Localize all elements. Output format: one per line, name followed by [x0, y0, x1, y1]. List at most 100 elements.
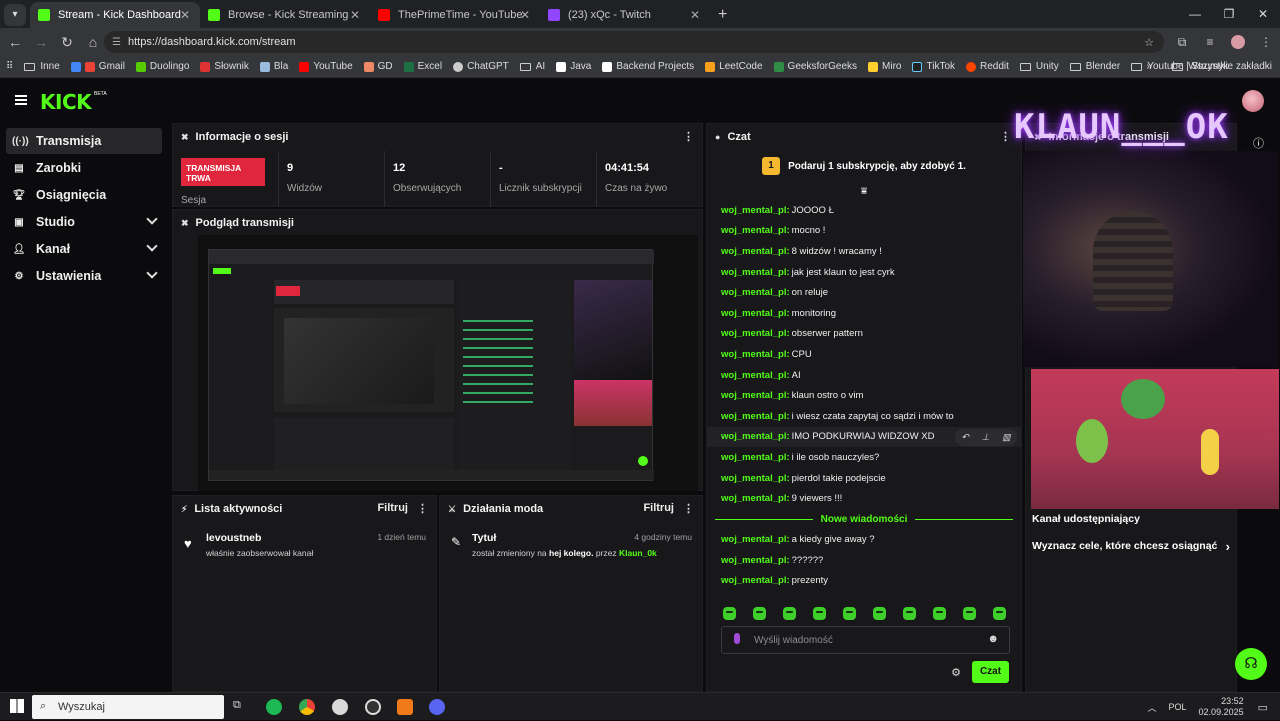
bookmark-slownik[interactable]: Słownik: [200, 61, 249, 72]
bookmark-backend[interactable]: Backend Projects: [602, 61, 694, 72]
kick-logo[interactable]: KICK: [40, 90, 92, 114]
bookmark-miro[interactable]: Miro: [868, 61, 901, 72]
more-options-icon[interactable]: ⋮: [683, 130, 694, 143]
bookmark-duolingo[interactable]: Duolingo: [135, 61, 189, 72]
reload-icon[interactable]: ↻: [54, 34, 80, 51]
chat-username[interactable]: woj_mental_pl:: [721, 287, 790, 298]
more-options-icon[interactable]: ⋮: [417, 502, 428, 515]
language-indicator[interactable]: POL: [1169, 702, 1187, 712]
chat-send-button[interactable]: Czat: [972, 661, 1009, 683]
emote-icon[interactable]: [903, 607, 916, 620]
emote-icon[interactable]: [933, 607, 946, 620]
app-orange-icon[interactable]: [397, 699, 413, 715]
tab-twitch[interactable]: (23) xQc - Twitch ✕: [540, 2, 710, 28]
site-info-icon[interactable]: ☰: [112, 37, 121, 48]
sidebar-item-ustawienia[interactable]: ⚙ Ustawienia: [6, 263, 162, 289]
windows-start-icon[interactable]: [10, 699, 24, 713]
chat-username[interactable]: woj_mental_pl:: [721, 493, 790, 504]
url-bar[interactable]: ☰ https://dashboard.kick.com/stream ☆: [104, 31, 1164, 53]
forward-icon[interactable]: →: [28, 34, 54, 50]
chat-username[interactable]: woj_mental_pl:: [721, 328, 790, 339]
bookmark-reddit[interactable]: Reddit: [966, 61, 1009, 72]
task-view-icon[interactable]: ⧉: [233, 699, 249, 715]
support-button[interactable]: ☊: [1235, 648, 1267, 680]
tray-chevron-icon[interactable]: ︿: [1148, 701, 1157, 714]
sub-goal-banner[interactable]: 1 Podaruj 1 subskrypcję, aby zdobyć 1.: [707, 152, 1021, 180]
bookmark-tiktok[interactable]: TikTok: [912, 61, 955, 72]
chat-username[interactable]: woj_mental_pl:: [721, 534, 790, 545]
bookmark-bla[interactable]: Bla: [259, 61, 288, 72]
extensions-icon[interactable]: ⧉: [1168, 35, 1196, 50]
bookmark-youtube[interactable]: YouTube: [299, 61, 353, 72]
media-icon[interactable]: ≡: [1196, 35, 1224, 49]
sidebar-item-transmisja[interactable]: ((·)) Transmisja: [6, 128, 162, 154]
profile-avatar[interactable]: [1224, 35, 1252, 50]
goals-link[interactable]: Wyznacz cele, które chcesz osiągnąć ›: [1032, 539, 1230, 558]
apps-icon[interactable]: ⠿: [6, 61, 13, 72]
collapse-pinned-icon[interactable]: ⩸: [707, 186, 1021, 198]
tab-youtube[interactable]: ThePrimeTime - YouTube ✕: [370, 2, 540, 28]
emote-icon[interactable]: [723, 607, 736, 620]
chat-username[interactable]: woj_mental_pl:: [721, 308, 790, 319]
chat-username[interactable]: woj_mental_pl:: [721, 267, 790, 278]
sidebar-item-studio[interactable]: ▣ Studio: [6, 209, 162, 235]
bookmark-gfg[interactable]: GeeksforGeeks: [773, 61, 857, 72]
reply-icon[interactable]: ↶: [961, 432, 969, 443]
emote-icon[interactable]: [873, 607, 886, 620]
bookmark-java[interactable]: Java: [556, 61, 591, 72]
discord-icon[interactable]: [429, 699, 445, 715]
emote-icon[interactable]: [753, 607, 766, 620]
back-icon[interactable]: ←: [2, 34, 28, 50]
browser-menu-icon[interactable]: ⋮: [1252, 35, 1280, 49]
emote-icon[interactable]: [963, 607, 976, 620]
minimize-icon[interactable]: —: [1178, 0, 1212, 28]
chat-username[interactable]: woj_mental_pl:: [721, 225, 790, 236]
filter-button[interactable]: Filtruj: [643, 502, 674, 514]
obs-icon[interactable]: [365, 699, 381, 715]
chat-username[interactable]: woj_mental_pl:: [721, 205, 790, 216]
spotify-icon[interactable]: [266, 699, 282, 715]
tab-kick-browse[interactable]: Browse - Kick Streaming ✕: [200, 2, 370, 28]
bookmark-blender[interactable]: Blender: [1069, 61, 1120, 72]
chat-username[interactable]: woj_mental_pl:: [721, 431, 790, 442]
chrome-icon[interactable]: [299, 699, 315, 715]
delete-icon[interactable]: ▥: [1002, 432, 1011, 443]
emote-icon[interactable]: [783, 607, 796, 620]
bookmark-ai[interactable]: AI: [519, 61, 545, 72]
bookmark-excel[interactable]: Excel: [403, 61, 442, 72]
more-options-icon[interactable]: ⋮: [683, 502, 694, 515]
close-window-icon[interactable]: ✕: [1246, 0, 1280, 28]
emoji-picker-icon[interactable]: ☻: [987, 633, 999, 645]
chat-settings-icon[interactable]: ⚙: [951, 666, 961, 679]
sidebar-item-kanal[interactable]: 👤︎ Kanał: [6, 236, 162, 262]
chat-username[interactable]: woj_mental_pl:: [721, 246, 790, 257]
more-bookmarks-icon[interactable]: »: [1147, 61, 1153, 72]
chat-username[interactable]: woj_mental_pl:: [721, 411, 790, 422]
chat-username[interactable]: woj_mental_pl:: [721, 452, 790, 463]
tab-search-button[interactable]: ▾: [4, 4, 26, 26]
chat-username[interactable]: woj_mental_pl:: [721, 473, 790, 484]
mod-user[interactable]: Klaun_0k: [619, 548, 657, 558]
close-tab-icon[interactable]: ✕: [350, 8, 360, 22]
sidebar-item-osiagniecia[interactable]: 🏆︎ Osiągnięcia: [6, 182, 162, 208]
bookmark-star-icon[interactable]: ☆: [1144, 36, 1154, 49]
taskbar-search[interactable]: ⌕ Wyszukaj: [32, 695, 224, 719]
all-bookmarks[interactable]: Wszystkie zakładki: [1172, 61, 1272, 72]
chat-message-hovered[interactable]: woj_mental_pl: IMO PODKURWIAJ WIDZOW XD ↶…: [707, 426, 1021, 448]
close-tab-icon[interactable]: ✕: [690, 8, 700, 22]
chat-username[interactable]: woj_mental_pl:: [721, 349, 790, 360]
bookmark-leetcode[interactable]: LeetCode: [705, 61, 763, 72]
emote-icon[interactable]: [843, 607, 856, 620]
bookmark-gmail[interactable]: Gmail: [70, 61, 125, 72]
chat-username[interactable]: woj_mental_pl:: [721, 390, 790, 401]
pin-icon[interactable]: ⊥: [982, 432, 990, 443]
restore-icon[interactable]: ❐: [1212, 0, 1246, 28]
close-tab-icon[interactable]: ✕: [520, 8, 530, 22]
activity-user[interactable]: levoustneb: [206, 532, 261, 544]
user-avatar[interactable]: [1242, 90, 1264, 112]
clock[interactable]: 23:52 02.09.2025: [1199, 696, 1244, 718]
bookmark-gd[interactable]: GD: [363, 61, 393, 72]
close-tab-icon[interactable]: ✕: [180, 8, 190, 22]
chat-input[interactable]: Wyślij wiadomość ☻: [721, 626, 1010, 654]
bookmark-chatgpt[interactable]: ChatGPT: [453, 61, 509, 72]
